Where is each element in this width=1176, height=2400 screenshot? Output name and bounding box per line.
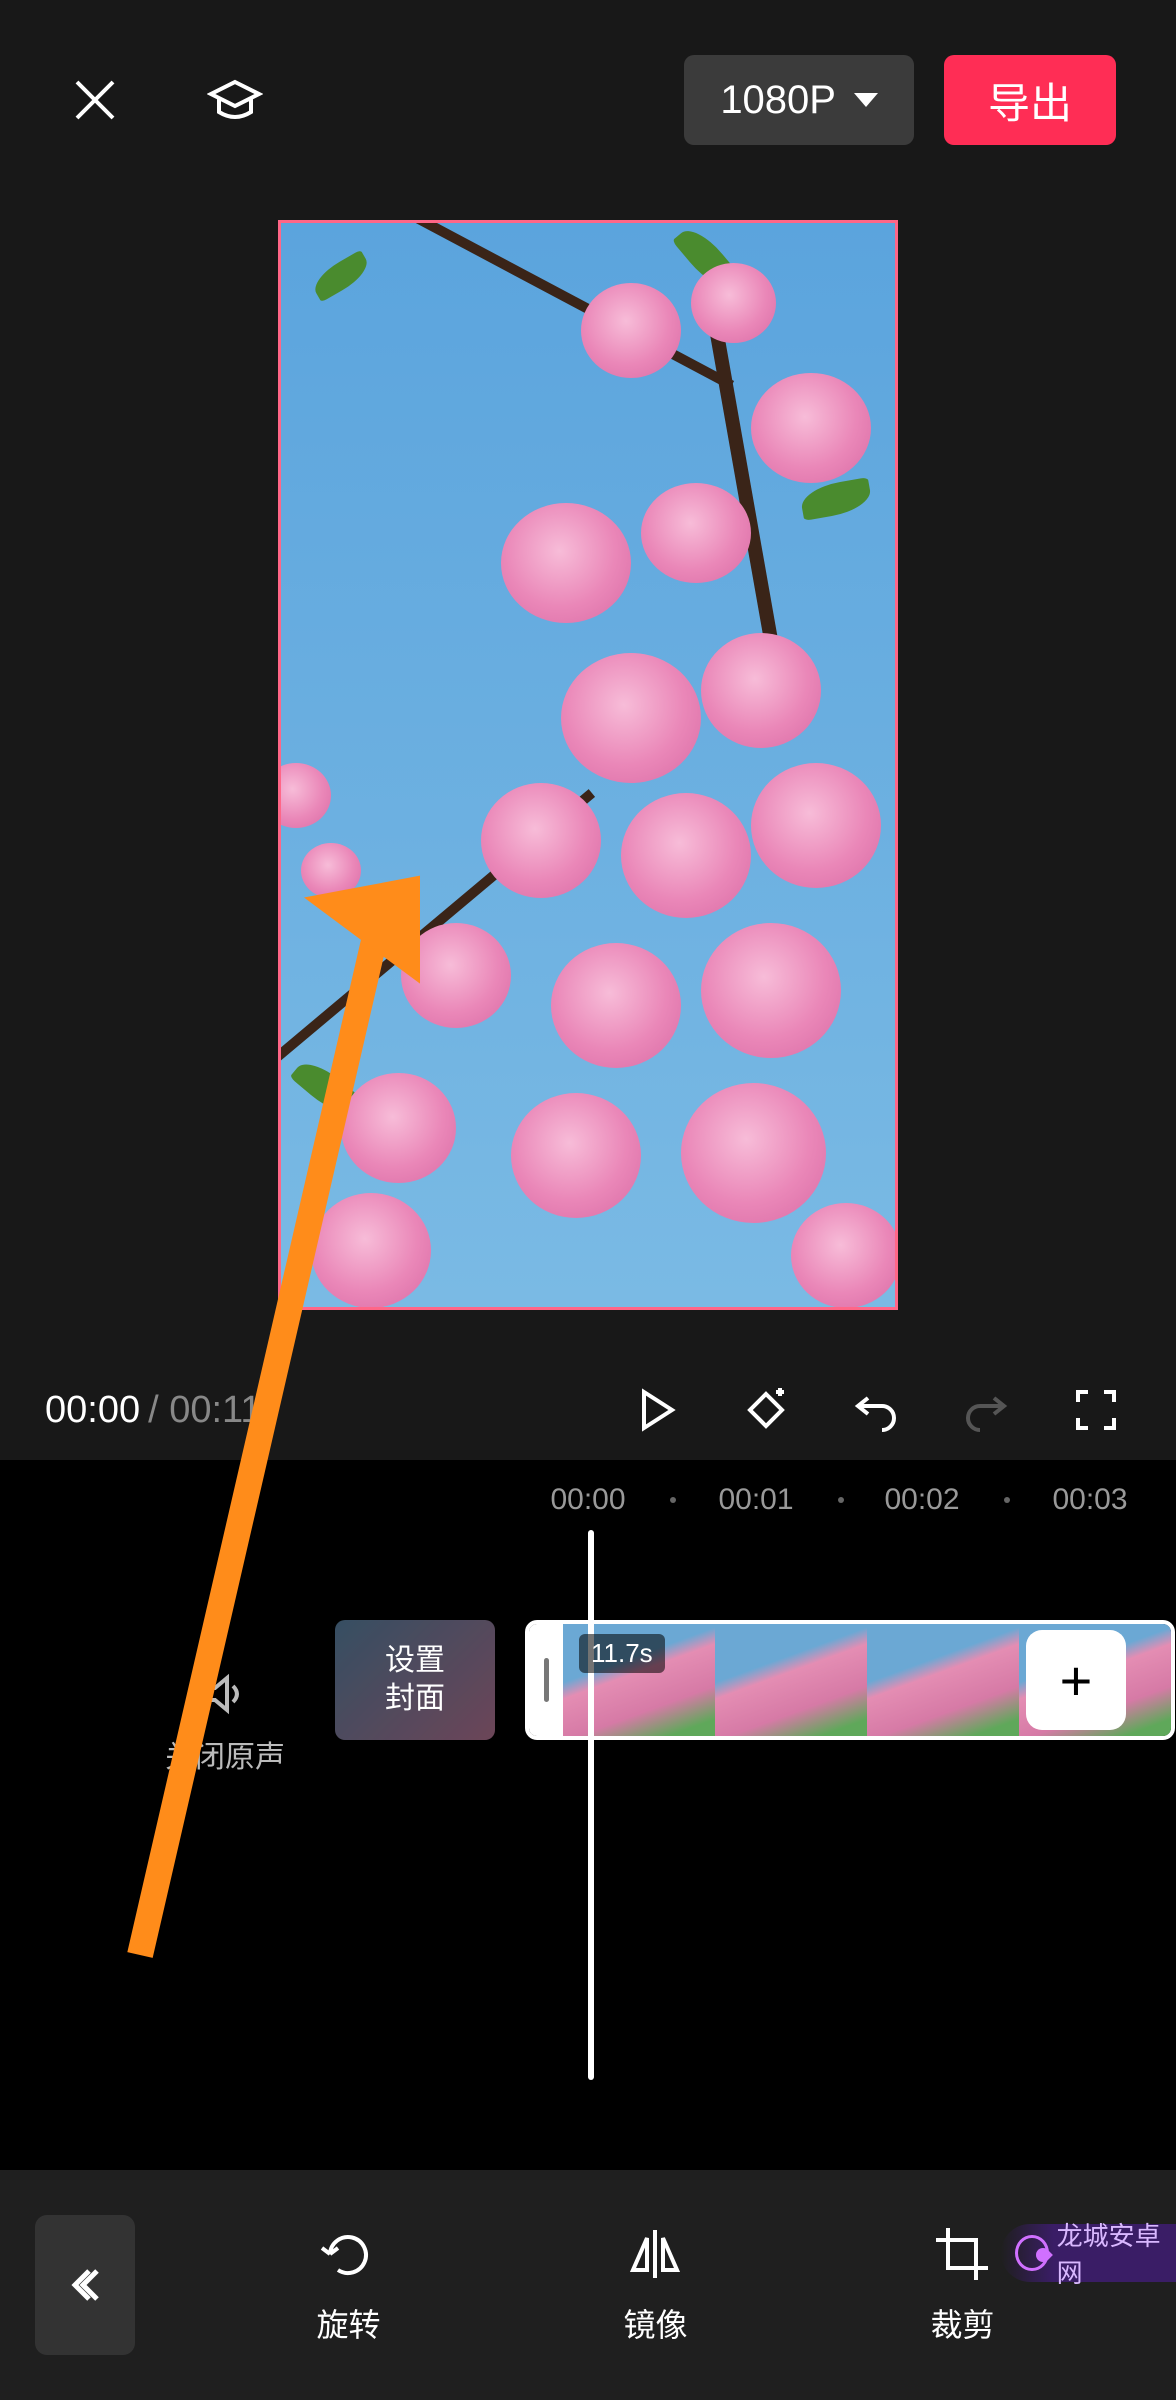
- fullscreen-button[interactable]: [1061, 1375, 1131, 1445]
- watermark-text: 龙城安卓网: [1057, 2216, 1176, 2290]
- speaker-icon: [201, 1670, 249, 1718]
- keyframe-icon: [742, 1386, 790, 1434]
- graduation-cap-icon: [207, 72, 263, 128]
- mirror-label: 镜像: [623, 2300, 687, 2346]
- close-button[interactable]: [60, 65, 130, 135]
- chevron-down-icon: [854, 93, 878, 107]
- cover-label: 设置 封面: [385, 1642, 445, 1718]
- watermark-icon: [1015, 2235, 1049, 2271]
- time-ruler: 00:00 00:01 00:02 00:03: [0, 1480, 1176, 1520]
- plus-icon: +: [1060, 1648, 1093, 1713]
- export-label: 导出: [988, 70, 1072, 131]
- add-clip-button[interactable]: +: [1026, 1630, 1126, 1730]
- tutorial-button[interactable]: [200, 65, 270, 135]
- rotate-tool[interactable]: 旋转: [316, 2224, 380, 2346]
- close-icon: [67, 72, 123, 128]
- ruler-tick: 00:02: [884, 1483, 959, 1517]
- keyframe-button[interactable]: [731, 1375, 801, 1445]
- chevron-left-icon: [65, 2265, 105, 2305]
- resolution-label: 1080P: [720, 78, 836, 123]
- mute-label: 关闭原声: [165, 1741, 285, 1774]
- playback-bar: 00:00 / 00:11: [0, 1360, 1176, 1460]
- export-button[interactable]: 导出: [944, 55, 1116, 145]
- mirror-tool[interactable]: 镜像: [623, 2224, 687, 2346]
- mute-audio-button[interactable]: 关闭原声: [165, 1670, 285, 1776]
- bottom-toolbar: 旋转 镜像 裁剪: [0, 2170, 1176, 2400]
- rotate-label: 旋转: [316, 2300, 380, 2346]
- undo-icon: [852, 1386, 900, 1434]
- crop-label: 裁剪: [930, 2300, 994, 2346]
- preview-area: [0, 220, 1176, 1310]
- crop-tool[interactable]: 裁剪: [930, 2224, 994, 2346]
- set-cover-button[interactable]: 设置 封面: [335, 1620, 495, 1740]
- timeline-area[interactable]: 00:00 00:01 00:02 00:03 关闭原声 设置 封面 11.7s…: [0, 1460, 1176, 2170]
- fullscreen-icon: [1072, 1386, 1120, 1434]
- watermark: 龙城安卓网: [1001, 2224, 1176, 2282]
- current-time: 00:00: [45, 1389, 140, 1432]
- ruler-tick: 00:03: [1052, 1483, 1127, 1517]
- resolution-selector[interactable]: 1080P: [684, 55, 914, 145]
- clip-handle-left[interactable]: [529, 1624, 563, 1736]
- mirror-icon: [625, 2224, 685, 2284]
- back-button[interactable]: [35, 2215, 135, 2355]
- video-canvas[interactable]: [278, 220, 898, 1310]
- ruler-tick: 00:01: [718, 1483, 793, 1517]
- rotate-icon: [318, 2224, 378, 2284]
- playhead[interactable]: [588, 1530, 594, 2080]
- ruler-tick: 00:00: [550, 1483, 625, 1517]
- undo-button[interactable]: [841, 1375, 911, 1445]
- clip-duration: 11.7s: [579, 1634, 665, 1673]
- play-icon: [632, 1386, 680, 1434]
- header-bar: 1080P 导出: [0, 0, 1176, 200]
- redo-button[interactable]: [951, 1375, 1021, 1445]
- play-button[interactable]: [621, 1375, 691, 1445]
- total-time: / 00:11: [148, 1389, 261, 1432]
- crop-icon: [932, 2224, 992, 2284]
- redo-icon: [962, 1386, 1010, 1434]
